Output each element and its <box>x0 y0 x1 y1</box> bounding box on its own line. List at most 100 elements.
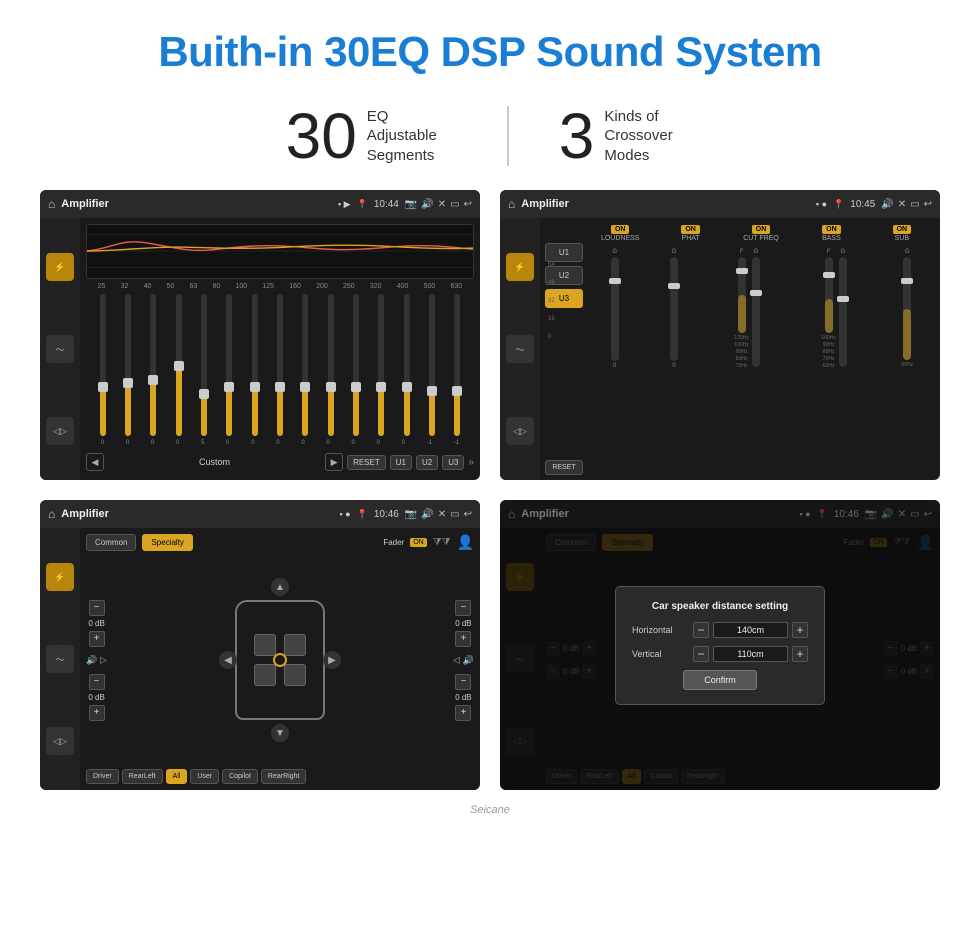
vol-plus-1[interactable]: + <box>89 631 105 647</box>
vertical-minus-btn[interactable]: − <box>693 646 709 662</box>
nav-left[interactable]: ◀ <box>219 651 237 669</box>
window-icon-2[interactable]: ▭ <box>910 199 919 210</box>
screen-specialty: ⌂ Amplifier ▪ ● 📍 10:46 📷 🔊 ✕ ▭ ↩ ⚡ 〜 ◁▷… <box>40 500 480 790</box>
screen2-title: Amplifier <box>521 198 569 210</box>
window-icon-3[interactable]: ▭ <box>450 509 459 520</box>
spec-middle-area: − 0 dB + 🔊 ◁ − 0 dB + <box>86 556 474 764</box>
horizontal-minus-btn[interactable]: − <box>693 622 709 638</box>
specialty-tab[interactable]: Specialty <box>142 534 192 551</box>
fader-icon: ⧩⧩ <box>433 537 451 548</box>
vol-ctrl-bottomright: − 0 dB + <box>455 674 471 721</box>
vol-icon-btn[interactable]: ◁▷ <box>46 417 74 445</box>
wave-icon-btn[interactable]: 〜 <box>46 335 74 363</box>
vol-icon-2[interactable]: 🔊 <box>881 199 893 210</box>
spec-tab-bar: Common Specialty Fader ON ⧩⧩ 👤 <box>86 534 474 551</box>
slider-col-14 <box>419 292 444 438</box>
wave-icon-btn-2[interactable]: 〜 <box>506 335 534 363</box>
expand-icon[interactable]: » <box>468 457 474 468</box>
confirm-button[interactable]: Confirm <box>683 670 757 690</box>
close-icon[interactable]: ✕ <box>438 199 446 210</box>
camera-icon[interactable]: 📷 <box>405 199 417 210</box>
slider-col-8 <box>267 292 292 438</box>
eq-freq-labels: 253240506380100125160200250320400500630 <box>86 283 474 290</box>
close-icon-3[interactable]: ✕ <box>438 509 446 520</box>
home-icon-3[interactable]: ⌂ <box>48 507 55 521</box>
zone-rearleft[interactable]: RearLeft <box>122 769 163 784</box>
eq-next-btn[interactable]: ▶ <box>325 453 343 471</box>
section-bass: BASS <box>822 235 841 242</box>
fader-label: Fader <box>383 538 404 547</box>
eq-preset-label: Custom <box>108 457 321 467</box>
volume-icon[interactable]: 🔊 <box>421 199 433 210</box>
preset-u1[interactable]: U1 <box>545 243 583 262</box>
slider-col-12 <box>369 292 394 438</box>
dialog-row-horizontal: Horizontal − 140cm + <box>632 622 808 638</box>
page-title: Buith-in 30EQ DSP Sound System <box>20 28 960 76</box>
close-icon-2[interactable]: ✕ <box>898 199 906 210</box>
zone-user[interactable]: User <box>190 769 219 784</box>
vol-ctrl-topleft: − 0 dB + <box>88 600 104 647</box>
eq-icon-btn-3[interactable]: ⚡ <box>46 563 74 591</box>
eq-u3-btn[interactable]: U3 <box>442 455 464 470</box>
stats-row: 30 EQ AdjustableSegments 3 Kinds ofCross… <box>0 94 980 190</box>
home-icon-2[interactable]: ⌂ <box>508 197 515 211</box>
screen3-title: Amplifier <box>61 508 109 520</box>
home-icon[interactable]: ⌂ <box>48 197 55 211</box>
stat-eq-number: 30 <box>286 104 357 168</box>
vol-minus-3[interactable]: − <box>455 600 471 616</box>
dialog-label-vertical: Vertical <box>632 649 687 659</box>
crossover-reset-btn[interactable]: RESET <box>545 460 583 475</box>
nav-right[interactable]: ▶ <box>323 651 341 669</box>
vol-plus-4[interactable]: + <box>455 705 471 721</box>
vol-plus-2[interactable]: + <box>89 705 105 721</box>
zone-driver[interactable]: Driver <box>86 769 119 784</box>
back-icon-2[interactable]: ↩ <box>924 199 932 210</box>
eq-icon-btn-2[interactable]: ⚡ <box>506 253 534 281</box>
screen1-icon2: ▪ ▶ <box>338 199 351 210</box>
screen1-topbar: ⌂ Amplifier ▪ ▶ 📍 10:44 📷 🔊 ✕ ▭ ↩ <box>40 190 480 218</box>
screen3-topbar-icons: 📷 🔊 ✕ ▭ ↩ <box>405 509 472 520</box>
back-icon[interactable]: ↩ <box>464 199 472 210</box>
horizontal-plus-btn[interactable]: + <box>792 622 808 638</box>
eq-u2-btn[interactable]: U2 <box>416 455 438 470</box>
zone-rearright[interactable]: RearRight <box>261 769 307 784</box>
common-tab[interactable]: Common <box>86 534 136 551</box>
eq-reset-btn[interactable]: RESET <box>347 455 386 470</box>
stat-crossover: 3 Kinds ofCrossover Modes <box>509 104 745 168</box>
slider-col-15 <box>445 292 470 438</box>
vol-icon-btn-2[interactable]: ◁▷ <box>506 417 534 445</box>
eq-u1-btn[interactable]: U1 <box>390 455 412 470</box>
vol-minus-1[interactable]: − <box>89 600 105 616</box>
fader-on-badge: ON <box>410 538 427 547</box>
nav-up[interactable]: ▲ <box>271 578 289 596</box>
zone-all[interactable]: All <box>166 769 188 784</box>
vertical-plus-btn[interactable]: + <box>792 646 808 662</box>
eq-bottom-bar: ◀ Custom ▶ RESET U1 U2 U3 » <box>86 450 474 474</box>
seat-fr <box>284 634 306 656</box>
back-icon-3[interactable]: ↩ <box>464 509 472 520</box>
eq-main-area: 253240506380100125160200250320400500630 <box>80 218 480 480</box>
screen3-topbar: ⌂ Amplifier ▪ ● 📍 10:46 📷 🔊 ✕ ▭ ↩ <box>40 500 480 528</box>
vol-ctrl-topright: − 0 dB + <box>455 600 471 647</box>
specialty-main-area: Common Specialty Fader ON ⧩⧩ 👤 − 0 dB + <box>80 528 480 790</box>
arrow-fr: ▷ <box>453 655 460 666</box>
vol-minus-2[interactable]: − <box>89 674 105 690</box>
eq-prev-btn[interactable]: ◀ <box>86 453 104 471</box>
vol-minus-4[interactable]: − <box>455 674 471 690</box>
screenshots-grid: ⌂ Amplifier ▪ ▶ 📍 10:44 📷 🔊 ✕ ▭ ↩ ⚡ 〜 ◁▷ <box>0 190 980 800</box>
screen2-topbar: ⌂ Amplifier ▪ ● 📍 10:45 🔊 ✕ ▭ ↩ <box>500 190 940 218</box>
screen3-content: ⚡ 〜 ◁▷ Common Specialty Fader ON ⧩⧩ 👤 <box>40 528 480 790</box>
zone-copilot[interactable]: Copilot <box>222 769 258 784</box>
vol-icon-btn-3[interactable]: ◁▷ <box>46 727 74 755</box>
stat-crossover-desc: Kinds ofCrossover Modes <box>604 107 694 166</box>
distance-dialog: Car speaker distance setting Horizontal … <box>615 586 825 705</box>
wave-icon-btn-3[interactable]: 〜 <box>46 645 74 673</box>
window-icon[interactable]: ▭ <box>450 199 459 210</box>
eq-icon-btn[interactable]: ⚡ <box>46 253 74 281</box>
camera-icon-3[interactable]: 📷 <box>405 509 417 520</box>
vol-plus-3[interactable]: + <box>455 631 471 647</box>
nav-down[interactable]: ▼ <box>271 724 289 742</box>
on-badge-loudness: ON <box>611 225 630 234</box>
screen-crossover: ⌂ Amplifier ▪ ● 📍 10:45 🔊 ✕ ▭ ↩ ⚡ 〜 ◁▷ U… <box>500 190 940 480</box>
vol-icon-3[interactable]: 🔊 <box>421 509 433 520</box>
